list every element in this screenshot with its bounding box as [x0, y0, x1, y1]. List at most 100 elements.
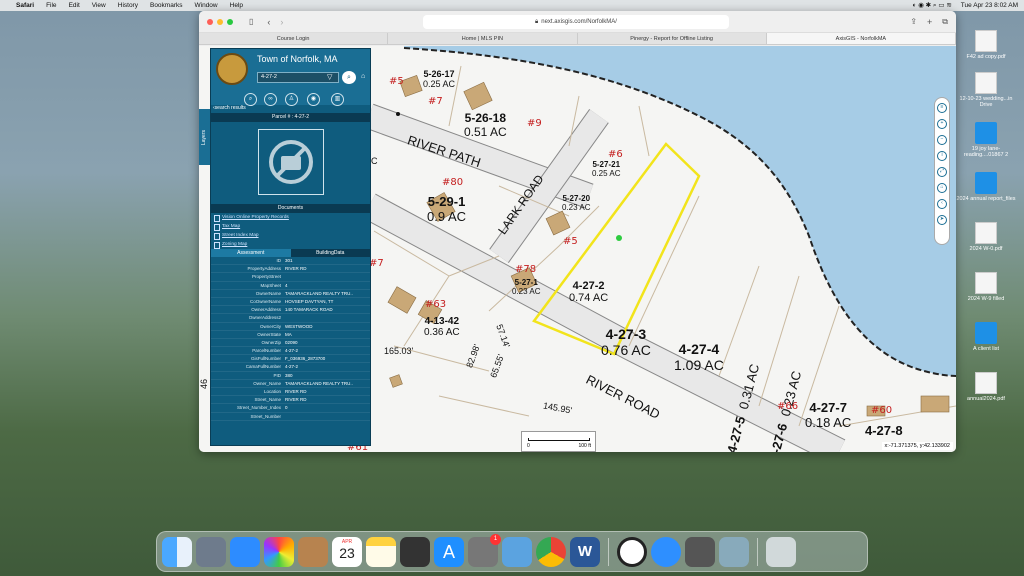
assessment-row: PropertyAddress RIVER RD: [211, 265, 370, 274]
safari-window: ▯ ‹ › 🔒︎ next.axisgis.com/NorfolkMA/ ⇪ +…: [199, 11, 956, 452]
compass-icon[interactable]: ➤: [937, 215, 947, 225]
zoning-map-link[interactable]: Zoning Map: [211, 240, 370, 249]
menu-file[interactable]: File: [46, 2, 56, 9]
desktop-item[interactable]: 2024 W-9 filled: [956, 272, 1016, 302]
desktop-item[interactable]: 2024 W-0.pdf: [956, 222, 1016, 252]
parcel-label: 4-27-3 0.76 AC: [601, 326, 651, 358]
photos-icon[interactable]: [264, 536, 294, 567]
tab-assessment[interactable]: Assessment: [211, 249, 291, 257]
assessment-row: MapSheet 4: [211, 282, 370, 290]
screenshot-icon[interactable]: [685, 536, 715, 567]
desktop-item[interactable]: F42 ad copy.pdf: [956, 30, 1016, 60]
document-icon: [975, 272, 997, 294]
share-icon[interactable]: ⇪: [910, 17, 917, 26]
zoom-window-button[interactable]: [227, 18, 233, 25]
tab-pinergy[interactable]: Pinergy - Report for Offline Listing: [578, 33, 767, 44]
assessment-row: OwnerCity WESTWOOD: [211, 323, 370, 331]
word-icon[interactable]: W: [570, 536, 600, 567]
scale-bar: 0 100 ft: [521, 431, 596, 452]
contacts-icon[interactable]: [298, 536, 328, 567]
parcel-label: 5-27-1 0.23 AC: [512, 278, 540, 296]
mail-icon[interactable]: [230, 536, 260, 567]
desktop-item[interactable]: 2024 annual report_files: [956, 172, 1016, 202]
menu-history[interactable]: History: [118, 2, 138, 9]
field-value: 380: [285, 372, 293, 378]
tab-axisgis[interactable]: AxisGIS - NorfolkMA: [766, 33, 956, 44]
assessment-row: PID 380: [211, 372, 370, 380]
address-bar[interactable]: 🔒︎ next.axisgis.com/NorfolkMA/: [423, 15, 729, 29]
search-results-link[interactable]: ‹search results: [213, 105, 246, 111]
field-value: HOVSEP DAVTYAN, TT: [285, 298, 334, 304]
calendar-icon[interactable]: APR 23: [332, 536, 362, 567]
field-value: 4-27-2: [285, 348, 299, 354]
clock-icon[interactable]: [617, 536, 647, 567]
tab-course-login[interactable]: Course Login: [199, 33, 389, 44]
status-icons[interactable]: ◐ ◉ ✱ ⌕ ▭ ≋: [912, 1, 951, 10]
layers-tab[interactable]: Layers: [199, 109, 210, 165]
menu-window[interactable]: Window: [195, 2, 218, 9]
parcel-id: 4-27-4: [678, 341, 720, 357]
menu-help[interactable]: Help: [230, 2, 243, 9]
close-window-button[interactable]: [207, 18, 213, 25]
fullscreen-icon[interactable]: ⤢: [937, 167, 947, 177]
back-arrow-icon[interactable]: ‹: [937, 199, 947, 209]
calculator-icon[interactable]: [400, 536, 430, 567]
parcel-acreage: 1.09 AC: [674, 357, 724, 373]
tax-map-link[interactable]: Tax Map: [211, 222, 370, 231]
image-capture-icon[interactable]: [719, 536, 749, 567]
field-value: 4-27-2: [285, 364, 299, 370]
notes-icon[interactable]: [366, 536, 396, 567]
parcel-id: 4-27-2: [572, 280, 605, 292]
new-tab-icon[interactable]: +: [927, 17, 932, 27]
street-index-link[interactable]: Street Index Map: [211, 231, 370, 240]
back-icon[interactable]: ‹: [267, 17, 270, 27]
home-icon[interactable]: ⌂: [937, 183, 947, 193]
filter-icon[interactable]: ▽: [327, 73, 332, 81]
system-settings-icon[interactable]: 1: [468, 533, 501, 567]
lock-icon: 🔒︎: [535, 18, 539, 25]
tab-building-data[interactable]: BuildingData: [290, 249, 370, 257]
desktop-item-label: annual2024.pdf: [967, 396, 1005, 402]
info-icon[interactable]: i: [937, 151, 947, 161]
trash-bin-icon[interactable]: [766, 536, 796, 567]
dock: APR 23 A 1 W: [156, 531, 868, 572]
preview-icon[interactable]: [502, 536, 532, 567]
desktop-item[interactable]: 19 joy lane-reading....01867 2: [956, 122, 1016, 158]
finder-icon[interactable]: [162, 536, 192, 567]
assessment-row: Street_Number_Index 0: [211, 404, 370, 413]
sidebar-icon[interactable]: ▯: [249, 17, 253, 26]
menu-view[interactable]: View: [92, 2, 106, 9]
field-value: [285, 314, 370, 321]
minimize-window-button[interactable]: [217, 18, 223, 25]
menu-bookmarks[interactable]: Bookmarks: [150, 2, 183, 9]
menu-clock[interactable]: Tue Apr 23 8:02 AM: [961, 2, 1018, 9]
dimension-label: 165.03': [384, 346, 414, 356]
menu-app[interactable]: Safari: [16, 2, 34, 9]
house-number: #6: [608, 149, 623, 160]
menu-icon[interactable]: ≡: [937, 103, 947, 113]
zoom-in-icon[interactable]: +: [937, 119, 947, 129]
coordinate-readout: x:-71.371375, y:42.133902: [881, 442, 953, 450]
parcel-acreage: 0.74 AC: [569, 292, 609, 304]
tab-overview-icon[interactable]: ⧉: [942, 17, 948, 27]
search-go-icon[interactable]: ⌕: [342, 71, 356, 84]
desktop-item[interactable]: 12-10-23 wedding...in Drive: [956, 72, 1016, 108]
launchpad-icon[interactable]: [196, 536, 226, 567]
forward-icon[interactable]: ›: [280, 17, 283, 27]
tab-mls-pin[interactable]: Home | MLS PIN: [388, 33, 578, 44]
parcel-label: 5-26-18 0.51 AC: [464, 111, 507, 139]
field-value: 4: [285, 282, 288, 288]
home-small-icon[interactable]: ⌂: [361, 73, 365, 80]
desktop-item-label: 2024 annual report_files: [956, 196, 1016, 202]
menu-edit[interactable]: Edit: [69, 2, 80, 9]
parcel-label: 5-29-1 0.9 AC: [427, 194, 466, 224]
vision-records-link[interactable]: Vision Online Property Records: [211, 213, 370, 222]
app-store-icon[interactable]: A: [434, 536, 464, 567]
chrome-icon[interactable]: [536, 536, 566, 567]
field-key: OwnerState: [257, 331, 281, 337]
desktop-item[interactable]: A client list: [956, 322, 1016, 352]
field-key: Owner_Name: [253, 380, 281, 386]
safari-icon[interactable]: [651, 536, 681, 567]
desktop-item[interactable]: annual2024.pdf: [956, 372, 1016, 402]
zoom-out-icon[interactable]: −: [937, 135, 947, 145]
